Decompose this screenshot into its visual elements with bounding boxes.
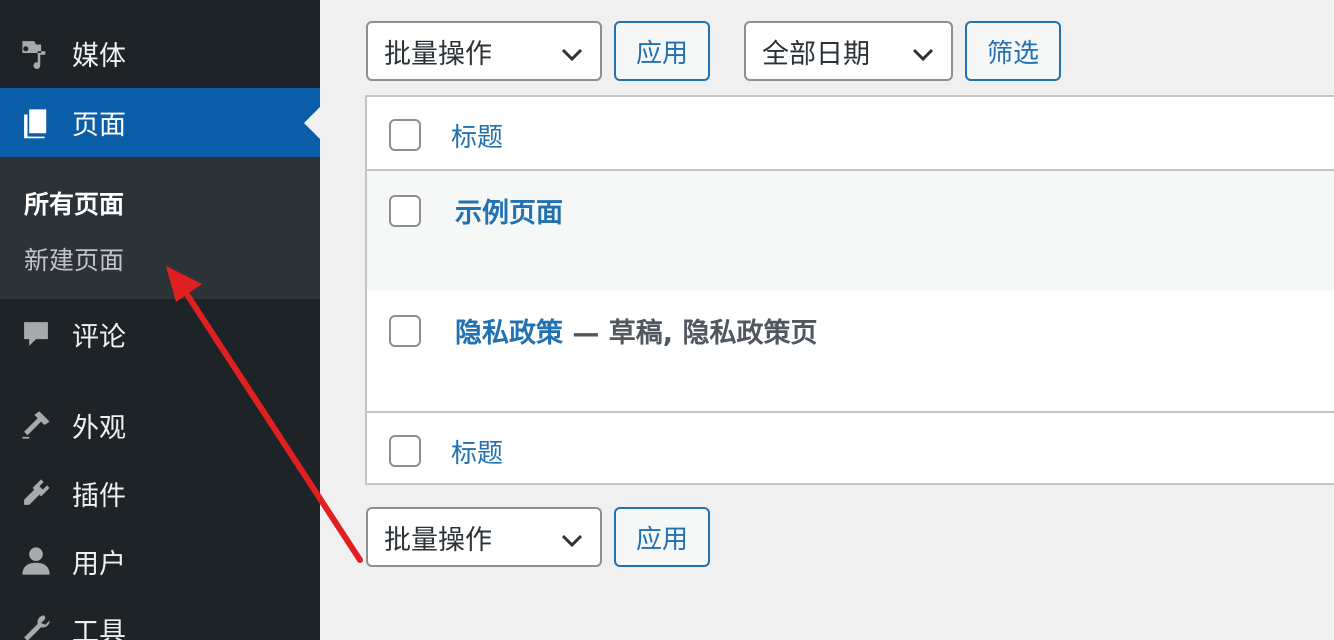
date-filter-select[interactable]: 全部日期 [744,21,953,81]
sidebar-item-label: 插件 [72,480,126,512]
current-indicator [304,106,320,139]
table-row: 隐私政策 — 草稿, 隐私政策页 [367,291,1334,411]
sidebar-item-label: 评论 [72,321,126,353]
sidebar-item-label: 用户 [72,548,126,580]
select-all-checkbox[interactable] [389,435,421,467]
row-title-link[interactable]: 隐私政策 [455,318,563,349]
row-title-link[interactable]: 示例页面 [455,191,563,230]
row-checkbox[interactable] [389,195,421,227]
sidebar-item-label: 页面 [72,110,126,141]
bulk-action-value: 批量操作 [384,38,492,70]
pages-icon [18,105,54,141]
sidebar-item-label: 工具 [72,616,126,640]
bulk-action-select-bottom[interactable]: 批量操作 [366,507,602,567]
sidebar-item-media[interactable]: 媒体 [0,18,320,88]
sidebar-item-users[interactable]: 用户 [0,526,320,596]
column-title-sort-link[interactable]: 标题 [451,117,503,154]
apply-button-bottom[interactable]: 应用 [614,507,710,567]
sidebar-item-label: 外观 [72,412,126,444]
post-state: — 草稿, 隐私政策页 [563,318,818,349]
row-checkbox[interactable] [389,315,421,347]
sidebar-item-appearance[interactable]: 外观 [0,390,320,460]
row-title-wrapper: 隐私政策 — 草稿, 隐私政策页 [455,311,817,350]
apply-button[interactable]: 应用 [614,21,710,81]
sidebar-item-tools[interactable]: 工具 [0,594,320,640]
sidebar-item-pages[interactable]: 页面 [0,88,320,157]
select-all-checkbox[interactable] [389,119,421,151]
sidebar-item-plugins[interactable]: 插件 [0,458,320,528]
table-row: 示例页面 [367,171,1334,291]
plugins-icon [18,475,54,511]
submenu-item-add-new[interactable]: 新建页面 [24,241,124,277]
filter-button[interactable]: 筛选 [965,21,1061,81]
sidebar-item-comments[interactable]: 评论 [0,299,320,369]
sidebar-item-label: 媒体 [72,40,126,72]
bulk-action-value: 批量操作 [384,524,492,556]
comments-icon [18,316,54,352]
chevron-down-icon [560,527,584,548]
table-footer-row: 标题 [367,411,1334,485]
tools-icon [18,611,54,640]
chevron-down-icon [911,41,935,62]
chevron-down-icon [560,41,584,62]
date-filter-value: 全部日期 [762,38,870,70]
column-title-sort-link[interactable]: 标题 [451,433,503,470]
pages-submenu: 所有页面 新建页面 [0,157,320,299]
users-icon [18,543,54,579]
admin-sidebar: 媒体 页面 所有页面 新建页面 评论 外观 插件 用户 工具 [0,0,320,640]
appearance-icon [18,407,54,443]
bulk-action-select[interactable]: 批量操作 [366,21,602,81]
submenu-item-all-pages[interactable]: 所有页面 [24,185,124,221]
media-icon [18,35,54,71]
table-header-row: 标题 [367,97,1334,171]
pages-table: 标题 示例页面 隐私政策 — 草稿, 隐私政策页 标题 [365,95,1334,485]
